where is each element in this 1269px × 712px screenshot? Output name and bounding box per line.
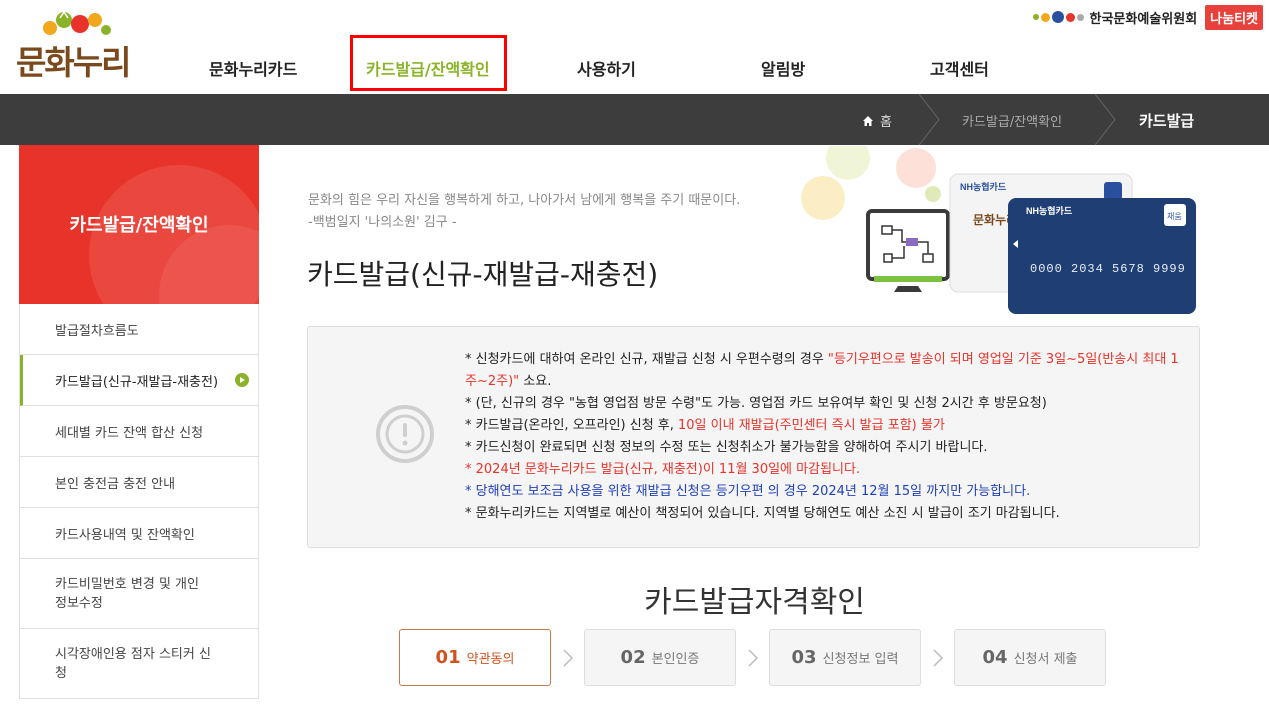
notice-item: * 문화누리카드는 지역별로 예산이 책정되어 있습니다. 지역별 당해연도 예… bbox=[465, 506, 1060, 521]
breadcrumb-parent[interactable]: 카드발급/잔액확인 bbox=[962, 111, 1062, 130]
step-number: 04 bbox=[982, 647, 1008, 668]
gnb-item-culture-card[interactable]: 문화누리카드 bbox=[209, 56, 297, 80]
chevron-right-icon bbox=[1094, 94, 1116, 145]
arko-logo-icon bbox=[1032, 11, 1084, 23]
notice-list: * 신청카드에 대하여 온라인 신규, 재발급 신청 시 우편수령의 경우 "등… bbox=[465, 349, 1185, 525]
sidebar-item-self-charge[interactable]: 본인 충전금 충전 안내 bbox=[20, 457, 258, 508]
step-number: 03 bbox=[791, 647, 817, 668]
step-number: 02 bbox=[620, 647, 646, 668]
quote: 문화의 힘은 우리 자신을 행복하게 하고, 나아가서 남에게 행복을 주기 때… bbox=[308, 190, 740, 234]
notice-highlight: 10일 이내 재발급(주민센터 즉시 발급 포함) 불가 bbox=[678, 418, 945, 433]
page-title: 카드발급(신규-재발급-재충전) bbox=[307, 258, 659, 291]
notice-item: * 당해연도 보조금 사용을 위한 재발급 신청은 등기우편 의 경우 2024… bbox=[465, 484, 1031, 499]
top-utility: 한국문화예술위원회 나눔티켓 bbox=[1032, 4, 1263, 30]
gnb-active-highlight bbox=[350, 35, 507, 91]
sidebar-item-label: 본인 충전금 충전 안내 bbox=[55, 476, 176, 492]
card2-brand: NH농협카드 bbox=[1026, 205, 1073, 216]
sidebar-header: 카드발급/잔액확인 bbox=[19, 145, 259, 304]
gnb-item-notice-room[interactable]: 알림방 bbox=[761, 56, 805, 80]
breadcrumb: 홈 카드발급/잔액확인 카드발급 bbox=[0, 94, 1269, 145]
sidebar-item-card-issue[interactable]: 카드발급(신규-재발급-재충전) bbox=[20, 355, 258, 406]
notice-item: * 2024년 문화누리카드 발급(신규, 재충전)이 11월 30일에 마감됩… bbox=[465, 462, 861, 477]
breadcrumb-home-label: 홈 bbox=[880, 115, 892, 130]
gnb-item-usage[interactable]: 사용하기 bbox=[577, 56, 636, 80]
chevron-right-icon bbox=[918, 94, 940, 145]
step-submit-application[interactable]: 04 신청서 제출 bbox=[954, 629, 1106, 686]
chevron-right-icon bbox=[748, 649, 759, 667]
card-number: 0000 2034 5678 9999 bbox=[1030, 262, 1186, 276]
step-number: 01 bbox=[435, 647, 461, 668]
exclamation-circle-icon bbox=[376, 405, 434, 463]
home-icon bbox=[863, 115, 873, 126]
sidebar-title: 카드발급/잔액확인 bbox=[69, 215, 209, 236]
notice-text: * 카드발급(온라인, 오프라인) 신청 후, bbox=[465, 418, 679, 433]
notice-text: * 신청카드에 대하여 온라인 신규, 재발급 신청 시 우편수령의 경우 bbox=[465, 352, 828, 367]
step-label: 약관동의 bbox=[466, 652, 515, 667]
breadcrumb-current: 카드발급 bbox=[1139, 112, 1195, 130]
arko-label: 한국문화예술위원회 bbox=[1089, 11, 1198, 27]
card1-brand: NH농협카드 bbox=[960, 181, 1007, 192]
step-label: 신청정보 입력 bbox=[822, 652, 899, 667]
notice-item: * 신청카드에 대하여 온라인 신규, 재발급 신청 시 우편수령의 경우 "등… bbox=[465, 349, 1185, 393]
sidebar-item-label: 카드발급(신규-재발급-재충전) bbox=[55, 374, 219, 390]
header: 문화누리 문화누리카드 카드발급/잔액확인 사용하기 알림방 고객센터 한국문화… bbox=[0, 0, 1269, 94]
arko-link[interactable]: 한국문화예술위원회 bbox=[1032, 8, 1198, 27]
sidebar-item-issue-flow[interactable]: 발급절차흐름도 bbox=[20, 304, 258, 355]
notice-item: * 카드발급(온라인, 오프라인) 신청 후, 10일 이내 재발급(주민센터 … bbox=[465, 415, 1185, 437]
quote-line: 문화의 힘은 우리 자신을 행복하게 하고, 나아가서 남에게 행복을 주기 때… bbox=[308, 193, 741, 208]
notice-box: * 신청카드에 대하여 온라인 신규, 재발급 신청 시 우편수령의 경우 "등… bbox=[307, 326, 1200, 548]
sidebar-item-household-balance[interactable]: 세대별 카드 잔액 합산 신청 bbox=[20, 406, 258, 457]
nanum-ticket-link[interactable]: 나눔티켓 bbox=[1205, 4, 1263, 30]
sidebar-item-label: 세대별 카드 잔액 합산 신청 bbox=[55, 425, 204, 441]
card-visual-image: NH농협카드 문화누리 NH농협카드 채움 0000 2034 5678 999… bbox=[801, 146, 1196, 314]
step-label: 신청서 제출 bbox=[1013, 652, 1078, 667]
sidebar-item-label: 카드사용내역 및 잔액확인 bbox=[55, 527, 195, 543]
card-badge: 채움 bbox=[1167, 211, 1182, 221]
sidebar-item-braille-sticker[interactable]: 시각장애인용 점자 스티커 신청 bbox=[20, 629, 258, 699]
chevron-right-icon bbox=[563, 649, 574, 667]
step-label: 본인인증 bbox=[651, 652, 700, 667]
sidebar-item-usage-history[interactable]: 카드사용내역 및 잔액확인 bbox=[20, 508, 258, 559]
step-application-info[interactable]: 03 신청정보 입력 bbox=[769, 629, 921, 686]
section-title: 카드발급자격확인 bbox=[644, 585, 865, 620]
quote-source: -백범일지 '나의소원' 김구 - bbox=[308, 215, 457, 230]
notice-item: * (단, 신규의 경우 "농협 영업점 방문 수령"도 가능. 영업점 카드 … bbox=[465, 396, 1047, 411]
gnb-item-customer-center[interactable]: 고객센터 bbox=[930, 56, 989, 80]
play-arrow-icon bbox=[235, 373, 249, 387]
step-identity-verify[interactable]: 02 본인인증 bbox=[584, 629, 736, 686]
breadcrumb-home[interactable]: 홈 bbox=[862, 111, 892, 130]
step-terms-agreement[interactable]: 01 약관동의 bbox=[399, 629, 551, 686]
sidebar-menu: 발급절차흐름도 카드발급(신규-재발급-재충전) 세대별 카드 잔액 합산 신청… bbox=[19, 304, 259, 699]
sidebar-item-label: 발급절차흐름도 bbox=[55, 323, 139, 339]
notice-item: * 카드신청이 완료되면 신청 정보의 수정 또는 신청취소가 불가능함을 양해… bbox=[465, 440, 988, 455]
notice-text: 소요. bbox=[519, 374, 552, 389]
sidebar-item-label: 시각장애인용 점자 스티커 신청 bbox=[55, 646, 211, 681]
chevron-right-icon bbox=[933, 649, 944, 667]
